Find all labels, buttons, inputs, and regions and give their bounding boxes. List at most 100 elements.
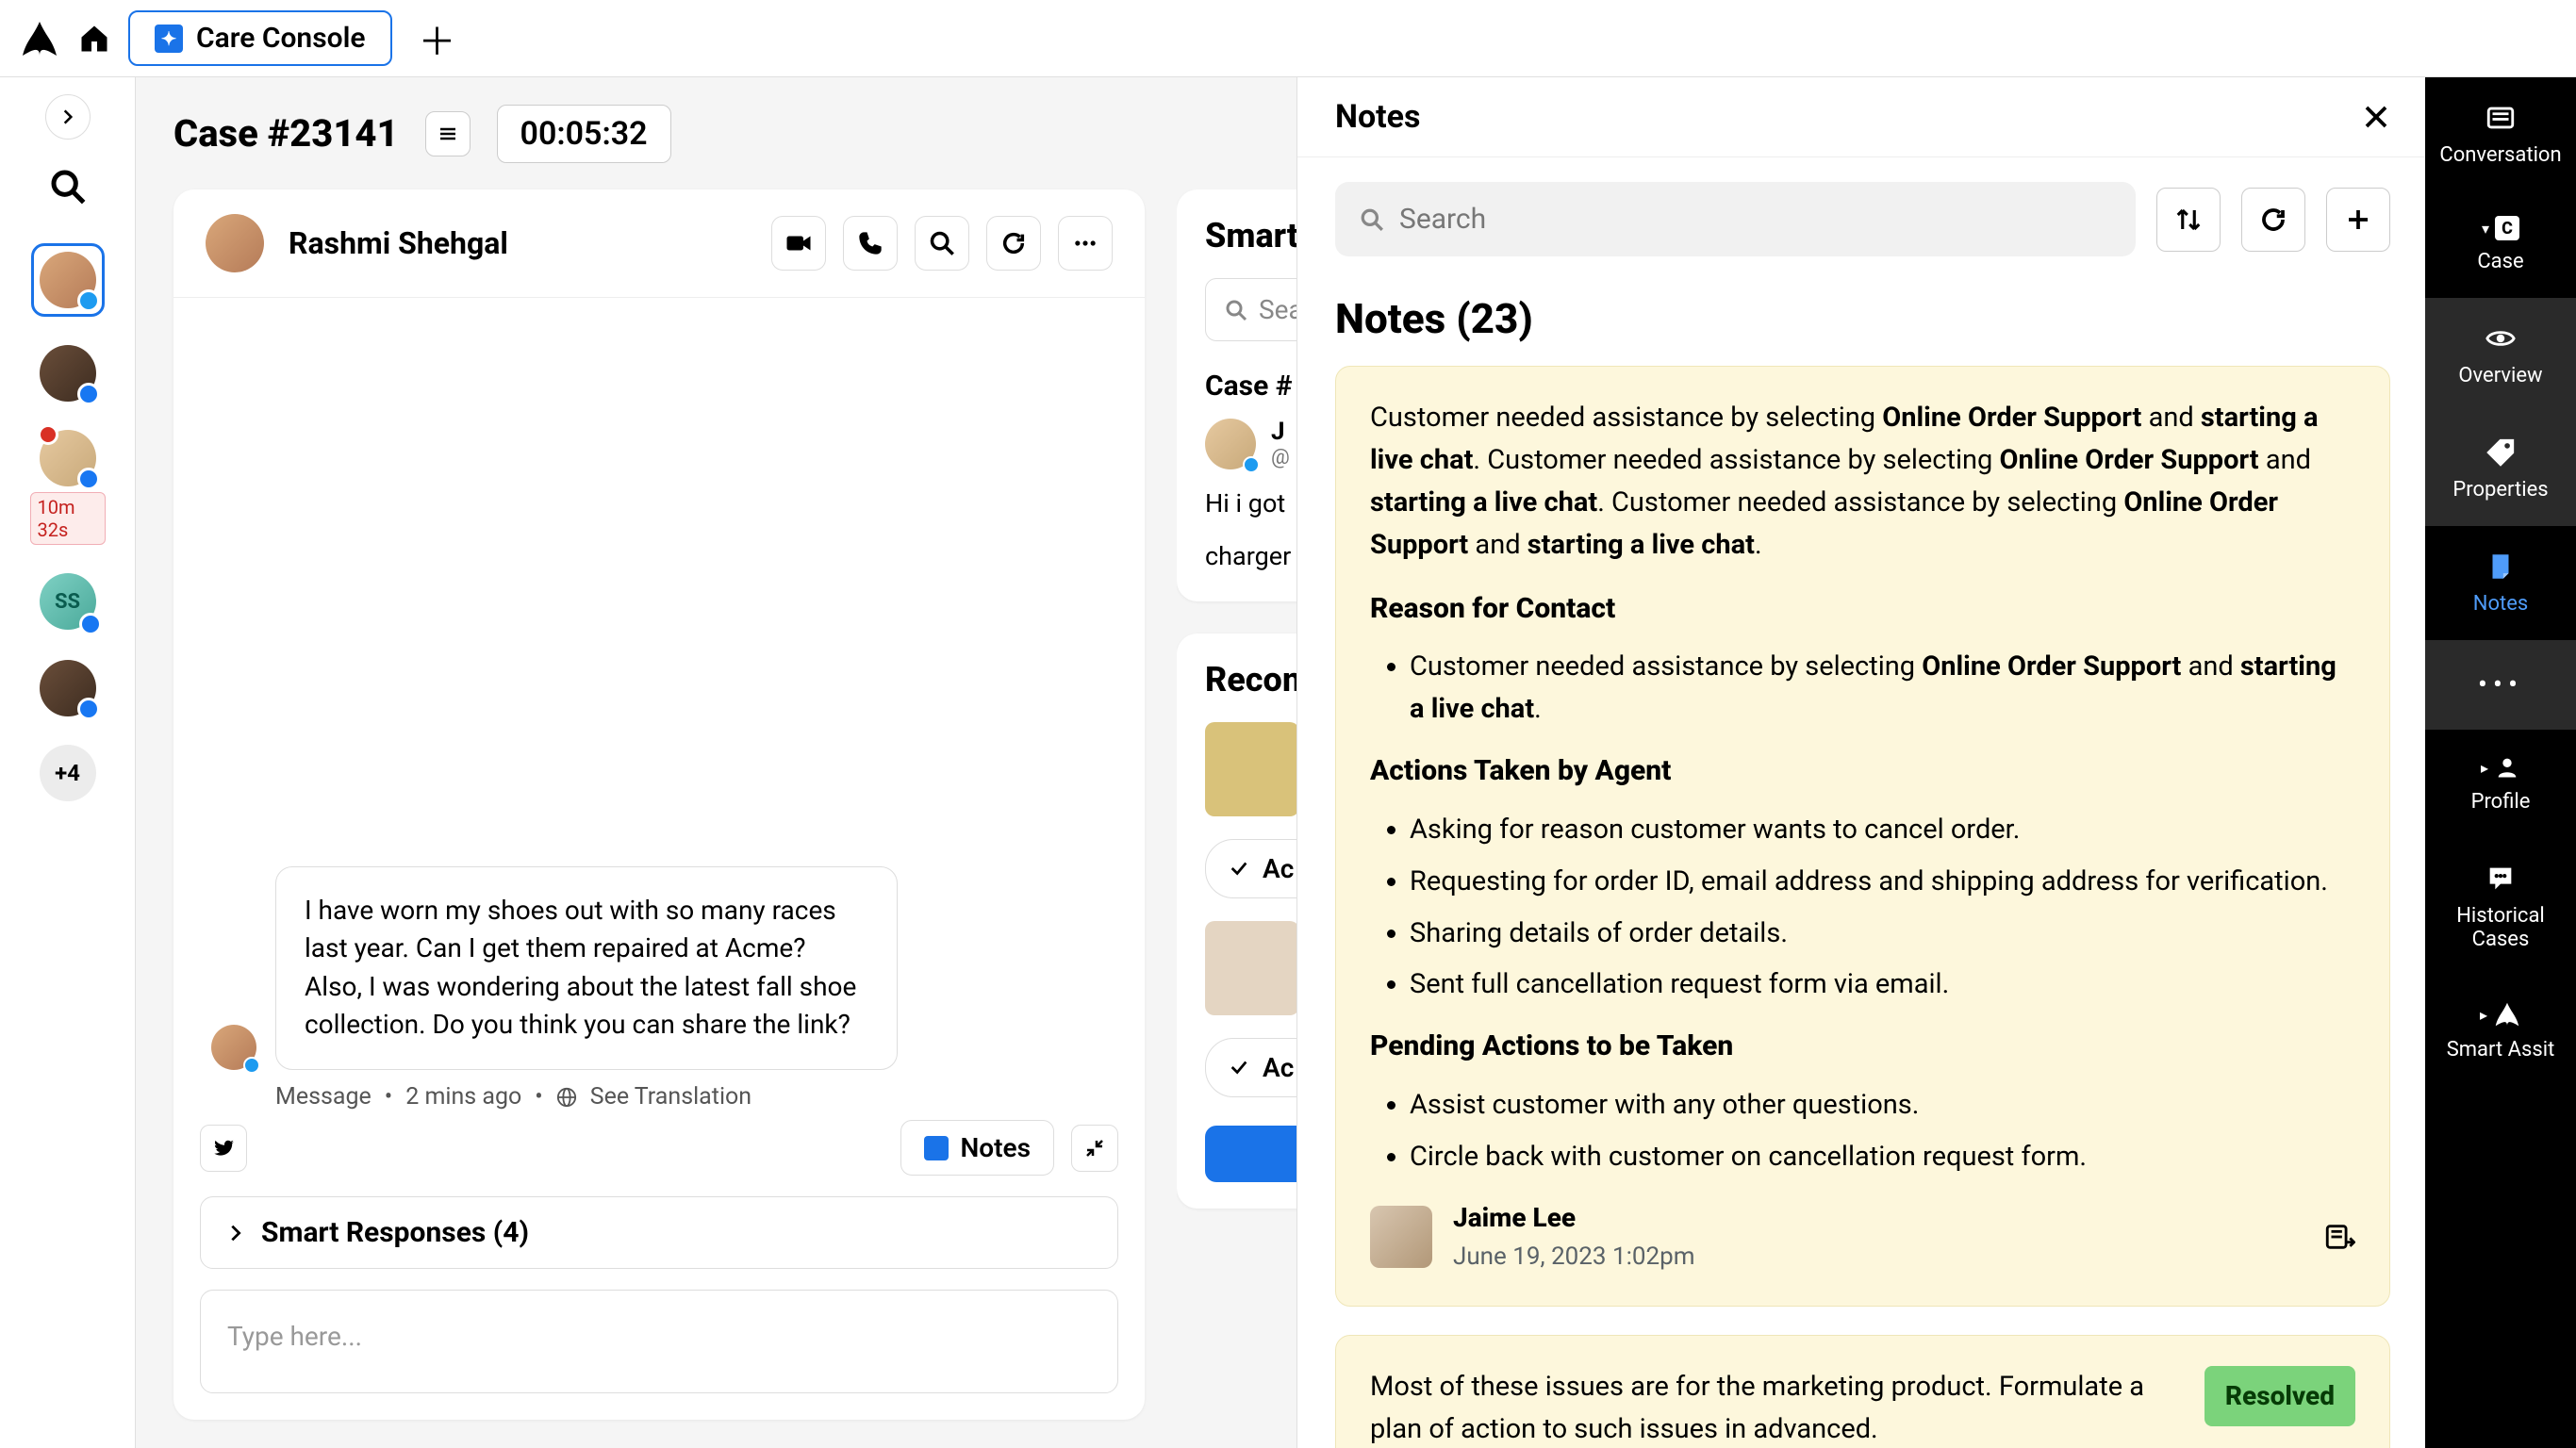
video-call-button[interactable] <box>771 216 826 271</box>
globe-icon <box>556 1087 577 1108</box>
refresh-button[interactable] <box>986 216 1041 271</box>
avatar <box>40 660 96 716</box>
notes-search-input[interactable]: Search <box>1335 182 2136 256</box>
notes-list: Customer needed assistance by selecting … <box>1297 366 2428 1448</box>
assist-logo-icon <box>2493 1000 2521 1028</box>
message-avatar <box>211 1025 256 1070</box>
chat-search-button[interactable] <box>915 216 969 271</box>
add-tab-button[interactable]: ＋ <box>419 11 456 66</box>
note-icon <box>2485 551 2517 583</box>
case-timer: 00:05:32 <box>497 105 671 163</box>
twitter-badge-icon <box>243 1057 260 1074</box>
right-rail: Conversation ▾ C Case Overview Propertie… <box>2425 77 2576 1448</box>
notes-panel: Notes Search Notes (23) <box>1296 77 2428 1448</box>
chevron-right-icon <box>225 1223 246 1243</box>
note-section-heading: Actions Taken by Agent <box>1370 749 2355 794</box>
rail-overview[interactable]: Overview <box>2425 298 2576 412</box>
note-bullet: Assist customer with any other questions… <box>1410 1084 2355 1127</box>
message-time: 2 mins ago <box>405 1083 521 1111</box>
close-notes-button[interactable] <box>2362 103 2390 131</box>
note-date: June 19, 2023 1:02pm <box>1453 1238 1695 1275</box>
app-logo-icon <box>19 18 60 59</box>
rail-smart-assist[interactable]: ▸ Smart Assit <box>2425 976 2576 1086</box>
translate-link[interactable]: See Translation <box>590 1083 751 1111</box>
note-bullet: Requesting for order ID, email address a… <box>1410 861 2355 903</box>
facebook-badge-icon <box>79 613 102 635</box>
note-text: Most of these issues are for the marketi… <box>1370 1366 2186 1448</box>
smart-responses-toggle[interactable]: Smart Responses (4) <box>200 1196 1118 1269</box>
home-icon[interactable] <box>77 22 111 56</box>
more-count: +4 <box>40 745 96 801</box>
recommendation-image <box>1205 722 1299 816</box>
conversation-1[interactable] <box>30 243 106 317</box>
chat-body: I have worn my shoes out with so many ra… <box>173 298 1145 1120</box>
note-bullet: Customer needed assistance by selecting … <box>1410 646 2355 731</box>
active-tab[interactable]: ✦ Care Console <box>128 10 392 66</box>
rail-more[interactable]: ••• <box>2425 640 2576 730</box>
twitter-badge-icon <box>1243 456 1260 473</box>
rail-case[interactable]: ▾ C Case <box>2425 191 2576 298</box>
recommendation-image <box>1205 921 1299 1015</box>
facebook-badge-icon <box>77 383 100 405</box>
message-input[interactable]: Type here... <box>200 1290 1118 1393</box>
chat-icon <box>2485 863 2517 895</box>
note-intro: Customer needed assistance by selecting … <box>1370 397 2355 567</box>
check-icon <box>1229 858 1249 879</box>
rail-notes[interactable]: Notes <box>2425 526 2576 640</box>
case-icon: C <box>2495 216 2519 240</box>
conversation-2[interactable] <box>30 345 106 402</box>
note-bullet: Circle back with customer on cancellatio… <box>1410 1136 2355 1178</box>
check-icon <box>1229 1057 1249 1078</box>
notes-header-title: Notes <box>1335 98 1421 136</box>
facebook-badge-icon <box>77 698 100 720</box>
notes-header: Notes <box>1297 77 2428 157</box>
sort-button[interactable] <box>2156 188 2221 252</box>
case-menu-button[interactable] <box>425 111 471 156</box>
collapse-button[interactable] <box>1071 1125 1118 1172</box>
notes-chip-icon <box>924 1136 949 1160</box>
voice-call-button[interactable] <box>843 216 898 271</box>
notes-count-title: Notes (23) <box>1297 281 2428 366</box>
conversation-3[interactable]: 10m 32s <box>30 430 106 545</box>
expand-rail-button[interactable] <box>45 94 91 140</box>
note-action-icon[interactable] <box>2323 1221 2355 1253</box>
rail-profile[interactable]: ▸ Profile <box>2425 730 2576 838</box>
more-options-button[interactable] <box>1058 216 1113 271</box>
caret-down-icon: ▾ <box>2482 220 2489 238</box>
eye-icon <box>2485 322 2517 354</box>
add-note-button[interactable] <box>2326 188 2390 252</box>
rail-historical-cases[interactable]: Historical Cases <box>2425 838 2576 976</box>
person-icon <box>2494 754 2520 781</box>
conversation-avatars: 10m 32s SS +4 <box>30 243 106 801</box>
tab-bar: ✦ Care Console ＋ <box>0 0 2576 77</box>
rail-properties[interactable]: Properties <box>2425 412 2576 526</box>
facebook-badge-icon <box>77 468 100 490</box>
avatar <box>1205 419 1256 469</box>
search-icon[interactable] <box>49 168 87 206</box>
conversation-timer: 10m 32s <box>30 492 106 545</box>
avatar <box>40 252 96 308</box>
channel-twitter-icon[interactable] <box>200 1125 247 1172</box>
rail-conversation[interactable]: Conversation <box>2425 77 2576 191</box>
more-conversations[interactable]: +4 <box>30 745 106 801</box>
refresh-notes-button[interactable] <box>2241 188 2305 252</box>
note-bullet: Sharing details of order details. <box>1410 913 2355 955</box>
customer-avatar <box>206 214 264 272</box>
note-bullet: Asking for reason customer wants to canc… <box>1410 809 2355 851</box>
conversation-5[interactable] <box>30 660 106 716</box>
note-author-name: Jaime Lee <box>1453 1197 1695 1238</box>
caret-right-icon: ▸ <box>2481 759 2488 777</box>
conversation-4[interactable]: SS <box>30 573 106 632</box>
tab-app-icon: ✦ <box>155 25 183 53</box>
notes-toolbar: Search <box>1297 157 2428 281</box>
resolved-badge: Resolved <box>2204 1366 2355 1425</box>
conversation-icon <box>2485 102 2517 134</box>
search-icon <box>1360 207 1384 232</box>
note-card: Most of these issues are for the marketi… <box>1335 1335 2390 1448</box>
alert-badge-icon <box>38 424 58 445</box>
notes-chip-label: Notes <box>960 1132 1031 1163</box>
avatar <box>40 345 96 402</box>
open-notes-button[interactable]: Notes <box>900 1120 1054 1176</box>
message-bubble: I have worn my shoes out with so many ra… <box>275 866 898 1070</box>
note-section-heading: Reason for Contact <box>1370 587 2355 632</box>
